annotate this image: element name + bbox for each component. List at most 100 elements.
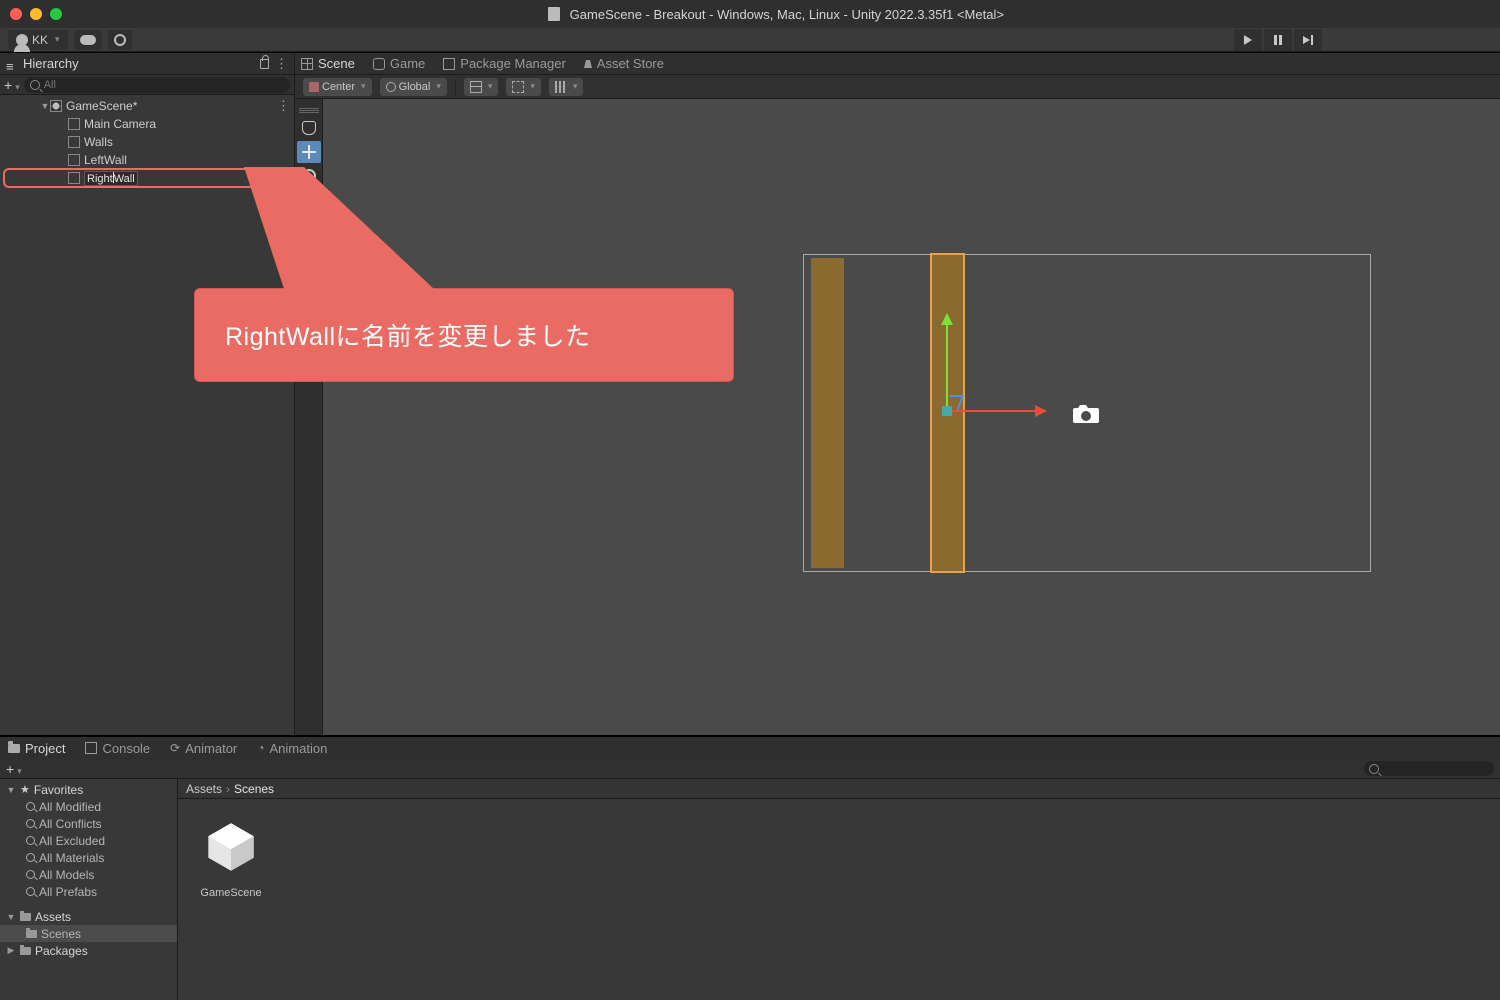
project-panel: Project Console ⟳Animator ◔Animation + ▼… xyxy=(0,736,1500,1000)
window-title-text: GameScene - Breakout - Windows, Mac, Lin… xyxy=(570,7,1004,22)
hierarchy-item-walls[interactable]: Walls xyxy=(0,133,294,151)
project-tree-label: Favorites xyxy=(34,783,83,797)
spacer xyxy=(0,900,177,908)
settings-button[interactable] xyxy=(108,30,132,50)
callout-pointer-icon xyxy=(244,167,454,297)
asset-item-gamescene[interactable]: GameScene xyxy=(192,813,270,899)
gizmo-center[interactable] xyxy=(942,406,952,416)
window-titlebar: GameScene - Breakout - Windows, Mac, Lin… xyxy=(0,0,1500,28)
gameobject-icon xyxy=(68,172,80,184)
project-assets-header[interactable]: ▼Assets xyxy=(0,908,177,925)
scene-icon xyxy=(301,58,313,70)
window-controls[interactable] xyxy=(10,8,62,20)
create-dropdown[interactable]: + xyxy=(4,77,20,93)
package-icon xyxy=(443,58,455,70)
project-tabrow: Project Console ⟳Animator ◔Animation xyxy=(0,737,1500,759)
project-create-dropdown[interactable]: + xyxy=(6,761,22,777)
scene-toolbar: Center Global xyxy=(295,75,1500,99)
increment-icon xyxy=(555,81,567,93)
tab-label: Asset Store xyxy=(597,56,664,71)
annotation-callout: RightWallに名前を変更しました xyxy=(194,288,734,382)
project-tree-label: All Conflicts xyxy=(39,817,102,831)
pivot-icon xyxy=(309,82,319,92)
pivot-dropdown[interactable]: Center xyxy=(303,78,372,96)
tab-animator[interactable]: ⟳Animator xyxy=(170,741,237,756)
hierarchy-item-main-camera[interactable]: Main Camera xyxy=(0,115,294,133)
snap-dropdown[interactable] xyxy=(506,78,541,96)
grid-icon xyxy=(470,81,482,93)
project-search[interactable] xyxy=(1364,761,1494,776)
tab-animation[interactable]: ◔Animation xyxy=(257,741,327,756)
hierarchy-tabrow: Hierarchy xyxy=(0,53,294,75)
play-button[interactable] xyxy=(1234,29,1262,51)
project-tree-label: All Prefabs xyxy=(39,885,97,899)
breadcrumb-item[interactable]: Scenes xyxy=(234,782,274,796)
project-packages-header[interactable]: ▶Packages xyxy=(0,942,177,959)
drag-handle-icon[interactable] xyxy=(299,107,319,113)
gizmo-x-axis[interactable] xyxy=(947,410,1045,412)
step-button[interactable] xyxy=(1294,29,1322,51)
pause-button[interactable] xyxy=(1264,29,1292,51)
pivot-label: Center xyxy=(322,81,355,93)
space-dropdown[interactable]: Global xyxy=(380,78,447,96)
project-fav-all-materials[interactable]: All Materials xyxy=(0,849,177,866)
project-fav-all-conflicts[interactable]: All Conflicts xyxy=(0,815,177,832)
tab-asset-store[interactable]: Asset Store xyxy=(584,56,664,71)
project-favorites-header[interactable]: ▼★Favorites xyxy=(0,781,177,798)
increment-dropdown[interactable] xyxy=(549,78,584,96)
hierarchy-scene-row[interactable]: ▼ GameScene* xyxy=(0,97,294,115)
project-tree-label: Assets xyxy=(35,910,71,924)
hierarchy-tab[interactable]: Hierarchy xyxy=(23,56,79,71)
hierarchy-search[interactable]: All xyxy=(24,77,290,93)
gear-icon xyxy=(114,34,126,46)
tab-console[interactable]: Console xyxy=(85,741,150,756)
tab-scene[interactable]: Scene xyxy=(301,56,355,71)
maximize-window-icon[interactable] xyxy=(50,8,62,20)
lock-icon[interactable] xyxy=(260,59,269,69)
folder-icon xyxy=(20,913,31,921)
tab-project[interactable]: Project xyxy=(8,741,65,756)
search-icon xyxy=(26,887,35,896)
breadcrumb-item[interactable]: Assets xyxy=(186,782,222,796)
project-tree[interactable]: ▼★Favorites All Modified All Conflicts A… xyxy=(0,779,178,1000)
scene-viewport[interactable] xyxy=(323,99,1500,735)
project-fav-all-modified[interactable]: All Modified xyxy=(0,798,177,815)
grid-vis-dropdown[interactable] xyxy=(464,78,499,96)
asset-label: GameScene xyxy=(192,887,270,899)
user-icon xyxy=(16,34,28,46)
assets-grid[interactable]: GameScene xyxy=(178,799,1500,1000)
hierarchy-toolbar: + All xyxy=(0,75,294,95)
gizmo-y-axis[interactable] xyxy=(946,315,948,411)
project-tree-label: All Modified xyxy=(39,800,101,814)
minimize-window-icon[interactable] xyxy=(30,8,42,20)
move-tool[interactable] xyxy=(297,141,321,163)
close-window-icon[interactable] xyxy=(10,8,22,20)
project-fav-all-excluded[interactable]: All Excluded xyxy=(0,832,177,849)
tab-label: Project xyxy=(25,741,65,756)
search-icon xyxy=(30,80,40,90)
step-icon xyxy=(1303,35,1313,45)
project-breadcrumbs[interactable]: Assets › Scenes xyxy=(178,779,1500,799)
hand-tool[interactable] xyxy=(297,117,321,139)
tab-game[interactable]: Game xyxy=(373,56,425,71)
tab-label: Game xyxy=(390,56,425,71)
rename-input[interactable]: RightWall xyxy=(84,171,138,186)
hierarchy-item-label: LeftWall xyxy=(84,153,127,167)
folder-icon xyxy=(8,744,20,753)
gameobject-icon xyxy=(68,118,80,130)
cloud-button[interactable] xyxy=(74,30,102,50)
folder-icon xyxy=(26,930,37,938)
tab-package-manager[interactable]: Package Manager xyxy=(443,56,566,71)
tab-label: Animator xyxy=(185,741,237,756)
project-folder-scenes[interactable]: Scenes xyxy=(0,925,177,942)
project-fav-all-models[interactable]: All Models xyxy=(0,866,177,883)
panel-menu-icon[interactable] xyxy=(275,56,288,72)
unity-scene-icon xyxy=(50,100,62,112)
account-dropdown[interactable]: KK xyxy=(8,30,68,50)
search-icon xyxy=(26,870,35,879)
scene-object-leftwall[interactable] xyxy=(811,258,844,568)
scene-menu-icon[interactable] xyxy=(277,98,290,114)
gameobject-icon xyxy=(68,154,80,166)
project-fav-all-prefabs[interactable]: All Prefabs xyxy=(0,883,177,900)
camera-gizmo-icon[interactable] xyxy=(1073,405,1099,429)
